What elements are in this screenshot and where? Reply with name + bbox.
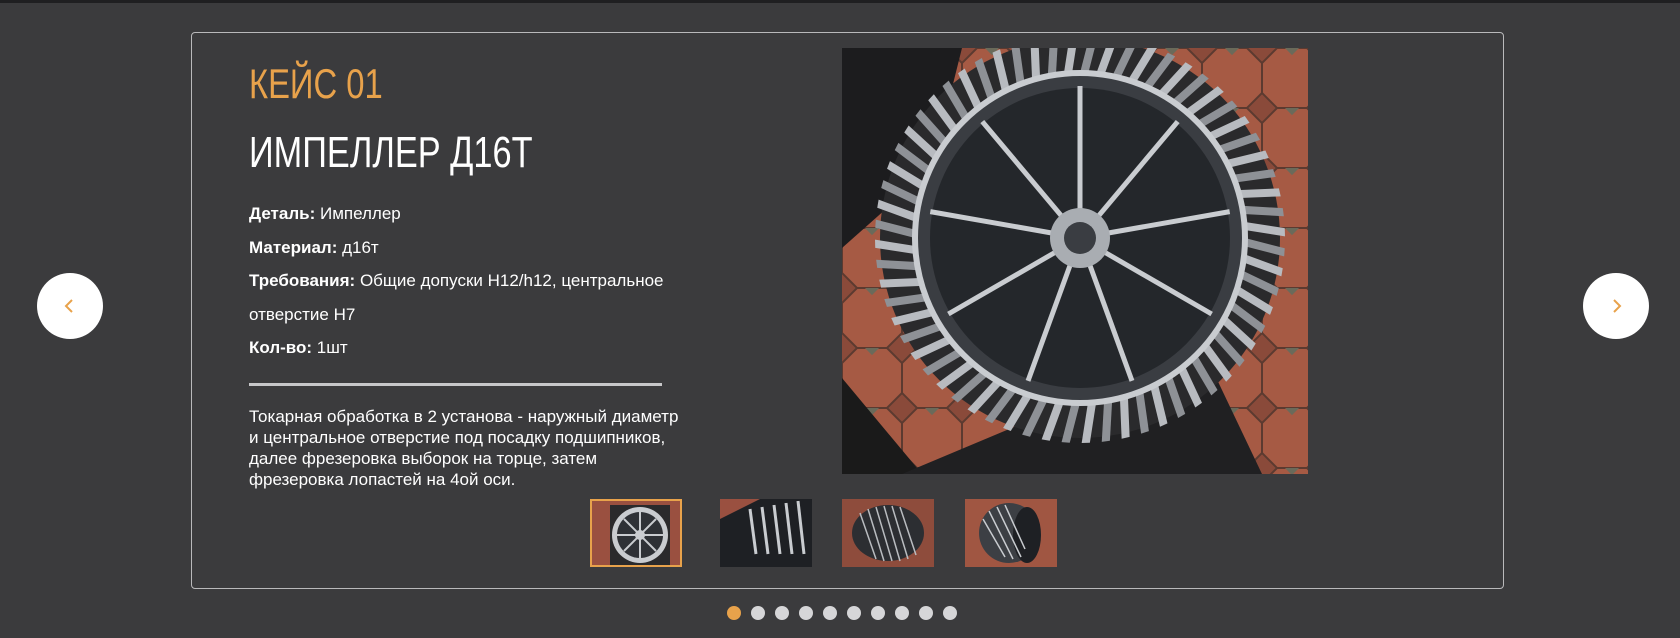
spec-value: д16т — [337, 238, 379, 257]
spec-value: Импеллер — [315, 204, 401, 223]
spec-key: Требования: — [249, 271, 356, 290]
impeller-blades-thumb-image — [720, 499, 812, 567]
pagination-dot[interactable] — [823, 606, 837, 620]
pagination-dot[interactable] — [775, 606, 789, 620]
spec-requirements-cont: отверстие H7 — [249, 298, 355, 332]
pagination-dot[interactable] — [727, 606, 741, 620]
spec-material: Материал: д16т — [249, 231, 379, 265]
top-bar — [0, 0, 1680, 3]
spec-value: отверстие H7 — [249, 305, 356, 324]
next-slide-button[interactable] — [1583, 273, 1649, 339]
spec-value: 1шт — [312, 338, 348, 357]
pagination-dot[interactable] — [751, 606, 765, 620]
case-number: КЕЙС 01 — [249, 60, 383, 107]
spec-requirements: Требования: Общие допуски H12/h12, центр… — [249, 264, 664, 298]
impeller-angle-thumb-image — [965, 499, 1057, 567]
spec-quantity: Кол-во: 1шт — [249, 331, 348, 365]
spec-key: Материал: — [249, 238, 338, 257]
pagination-dot[interactable] — [919, 606, 933, 620]
spec-part: Деталь: Импеллер — [249, 197, 401, 231]
chevron-left-icon — [64, 299, 73, 313]
impeller-front-thumb-image — [592, 501, 680, 565]
spec-value: Общие допуски H12/h12, центральное — [355, 271, 664, 290]
thumbnail-4[interactable] — [965, 499, 1057, 567]
pagination-dot[interactable] — [943, 606, 957, 620]
prev-slide-button[interactable] — [37, 273, 103, 339]
chevron-right-icon — [1613, 299, 1622, 313]
pagination-dot[interactable] — [799, 606, 813, 620]
spec-key: Кол-во: — [249, 338, 313, 357]
pagination-dot[interactable] — [871, 606, 885, 620]
pagination-dot[interactable] — [895, 606, 909, 620]
case-title: ИМПЕЛЛЕР Д16Т — [249, 128, 533, 177]
thumbnail-1[interactable] — [590, 499, 682, 567]
main-product-image — [842, 48, 1308, 474]
impeller-photo — [842, 48, 1308, 474]
case-description: Токарная обработка в 2 установа - наружн… — [249, 407, 679, 489]
thumbnail-2[interactable] — [720, 499, 812, 567]
spec-key: Деталь: — [249, 204, 316, 223]
impeller-side-thumb-image — [842, 499, 934, 567]
divider — [249, 383, 662, 386]
thumbnail-3[interactable] — [842, 499, 934, 567]
pagination-dot[interactable] — [847, 606, 861, 620]
